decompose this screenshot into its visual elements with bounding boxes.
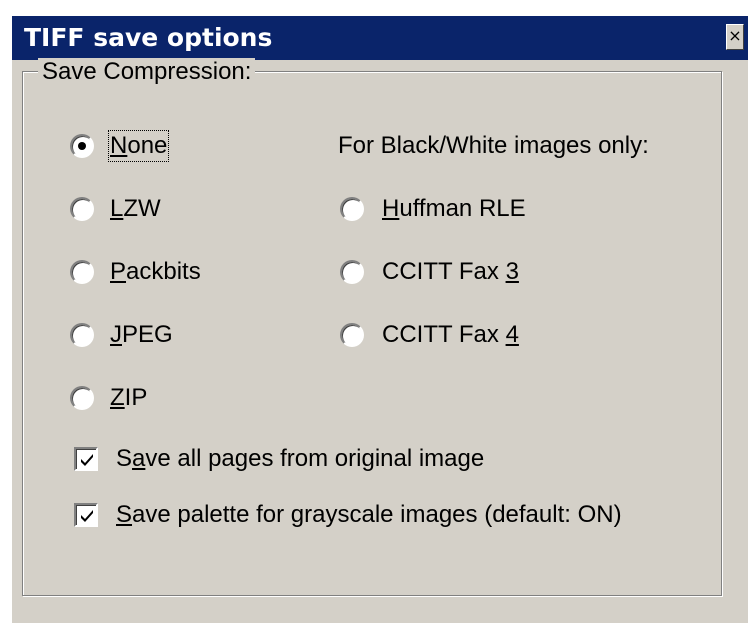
radio-lzw[interactable]	[70, 197, 94, 221]
radio-zip[interactable]	[70, 386, 94, 410]
bw-heading: For Black/White images only:	[338, 132, 649, 159]
radio-huffman-rle[interactable]	[340, 197, 364, 221]
checkbox-save-all-pages-label[interactable]: Save all pages from original image	[116, 445, 484, 473]
radio-none-label[interactable]: None	[107, 130, 170, 162]
radio-jpeg[interactable]	[70, 323, 94, 347]
title-bar[interactable]: TIFF save options ×	[12, 16, 748, 60]
radio-none[interactable]	[70, 134, 94, 158]
radio-ccitt-fax-3-label[interactable]: CCITT Fax 3	[382, 258, 519, 286]
radio-packbits[interactable]	[70, 260, 94, 284]
radio-huffman-rle-label[interactable]: Huffman RLE	[382, 195, 526, 223]
radio-lzw-label[interactable]: LZW	[110, 195, 161, 223]
checkbox-save-all-pages[interactable]	[74, 447, 98, 471]
radio-ccitt-fax-4-label[interactable]: CCITT Fax 4	[382, 321, 519, 349]
checkbox-save-palette[interactable]	[74, 503, 98, 527]
close-button[interactable]: ×	[726, 24, 744, 50]
radio-ccitt-fax-4[interactable]	[340, 323, 364, 347]
radio-jpeg-label[interactable]: JPEG	[110, 321, 173, 349]
save-compression-legend: Save Compression:	[38, 58, 256, 86]
radio-ccitt-fax-3[interactable]	[340, 260, 364, 284]
dialog-title: TIFF save options	[24, 23, 273, 52]
checkmark-icon	[81, 510, 93, 522]
radio-packbits-label[interactable]: Packbits	[110, 258, 201, 286]
checkmark-icon	[81, 454, 93, 466]
checkbox-save-palette-label[interactable]: Save palette for grayscale images (defau…	[116, 501, 622, 529]
close-icon: ×	[728, 26, 742, 45]
radio-zip-label[interactable]: ZIP	[110, 384, 147, 412]
radio-dot-icon	[78, 142, 86, 150]
